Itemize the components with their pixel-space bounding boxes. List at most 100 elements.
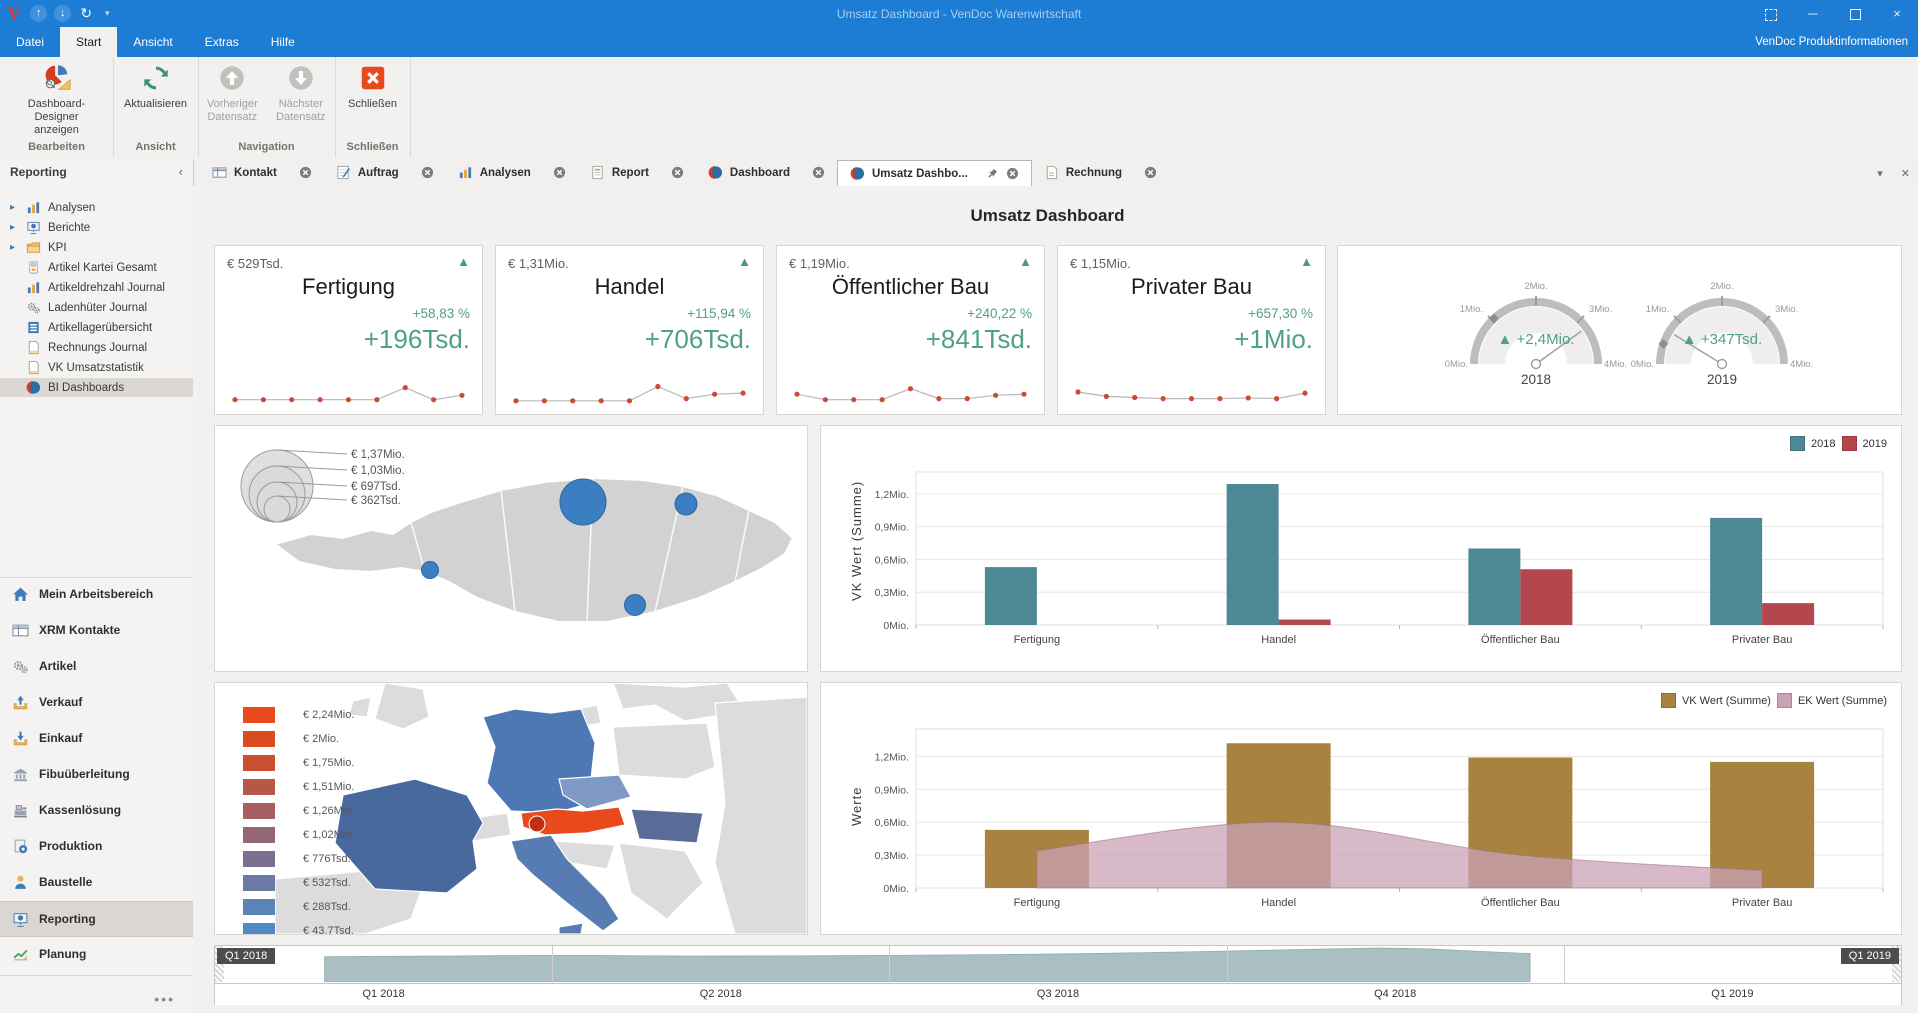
timeline-range-selector[interactable]: Q1 2018Q2 2018Q3 2018Q4 2018Q1 2019Q1 20…: [214, 945, 1902, 1005]
menu-item-datei[interactable]: Datei: [0, 27, 60, 57]
tab-rechnung[interactable]: Rechnung: [1032, 160, 1169, 185]
sidebar-item-artikel-kartei-gesamt[interactable]: Artikel Kartei Gesamt: [0, 258, 193, 277]
nav-overflow-button[interactable]: •••: [154, 991, 175, 1007]
bar-2018-ffentlicher-bau[interactable]: [1468, 549, 1520, 626]
ribbon-button-dashboard-designer-anzeigen[interactable]: Dashboard-Designer anzeigen: [14, 61, 100, 137]
tab-close-all-icon[interactable]: ✕: [1901, 167, 1910, 180]
bar-2018-fertigung[interactable]: [985, 567, 1037, 625]
close-button[interactable]: ×: [1876, 0, 1918, 27]
sales-bubble[interactable]: [625, 595, 646, 616]
sidebar-item-bi-dashboards[interactable]: BI Dashboards: [0, 378, 193, 397]
bar-2019-handel[interactable]: [1279, 620, 1331, 625]
sidebar-item-artikellager-bersicht[interactable]: Artikellagerübersicht: [0, 318, 193, 337]
sidebar-item-reporting[interactable]: Reporting: [0, 901, 193, 937]
sidebar-item-verkauf[interactable]: Verkauf: [0, 685, 193, 719]
expand-arrow-icon[interactable]: ▸: [10, 202, 20, 213]
sidebar-collapse-icon[interactable]: ‹: [179, 164, 183, 179]
expand-arrow-icon[interactable]: ▸: [10, 222, 20, 233]
tab-report[interactable]: Report: [578, 160, 696, 185]
pin-icon[interactable]: [986, 168, 998, 180]
sidebar-item-ladenh-ter-journal[interactable]: Ladenhüter Journal: [0, 298, 193, 317]
sidebar-item-planung[interactable]: Planung: [0, 937, 193, 971]
ribbon-group-bearbeiten: Dashboard-Designer anzeigenBearbeiten: [0, 57, 114, 157]
bar-2019-ffentlicher-bau[interactable]: [1520, 569, 1572, 625]
tree-item-label: Artikel Kartei Gesamt: [48, 262, 157, 274]
kpi-card-privater-bau[interactable]: € 1,15Mio.▲Privater Bau+657,30 %+1Mio.: [1057, 245, 1326, 415]
kpi-percent-change: +657,30 %: [1248, 306, 1313, 321]
sidebar-item-analysen[interactable]: ▸Analysen: [0, 198, 193, 217]
sales-bubble[interactable]: [560, 479, 606, 525]
quick-access-dropdown-icon[interactable]: ▾: [101, 5, 113, 22]
production-icon: [12, 838, 29, 855]
svg-text:Öffentlicher Bau: Öffentlicher Bau: [1481, 634, 1560, 646]
kpi-card-handel[interactable]: € 1,31Mio.▲Handel+115,94 %+706Tsd.: [495, 245, 764, 415]
sidebar-item-mein-arbeitsbereich[interactable]: Mein Arbeitsbereich: [0, 577, 193, 611]
sidebar-item-berichte[interactable]: ▸Berichte: [0, 218, 193, 237]
bank-icon: [12, 766, 29, 783]
menu-item-ansicht[interactable]: Ansicht: [117, 27, 188, 57]
sidebar-item-einkauf[interactable]: Einkauf: [0, 721, 193, 755]
bar-2019-privater-bau[interactable]: [1762, 603, 1814, 625]
dashboard-title: Umsatz Dashboard: [193, 206, 1902, 226]
prev-record-quick-icon[interactable]: ↑: [30, 5, 47, 22]
tab-close-icon[interactable]: [553, 166, 566, 179]
tab-close-icon[interactable]: [671, 166, 684, 179]
sidebar-item-vk-umsatzstatistik[interactable]: VK Umsatzstatistik: [0, 358, 193, 377]
tab-umsatz-dashbo[interactable]: Umsatz Dashbo...: [837, 160, 1032, 186]
ribbon-button-schlie-en[interactable]: Schließen: [335, 61, 410, 111]
maximize-button[interactable]: [1834, 0, 1876, 27]
tab-close-icon[interactable]: [299, 166, 312, 179]
menu-item-start[interactable]: Start: [60, 27, 117, 57]
tab-close-icon[interactable]: [421, 166, 434, 179]
sales-bubble[interactable]: [422, 562, 439, 579]
nav-item-label: Reporting: [39, 912, 96, 926]
sidebar-item-xrm-kontakte[interactable]: XRM Kontakte: [0, 613, 193, 647]
tab-close-icon[interactable]: [1006, 167, 1019, 180]
bar-2018-privater-bau[interactable]: [1710, 518, 1762, 625]
ribbon-button-aktualisieren[interactable]: Aktualisieren: [113, 61, 198, 111]
next-record-quick-icon[interactable]: ↓: [54, 5, 71, 22]
tab-label: Analysen: [480, 167, 531, 179]
country-sicily[interactable]: [559, 923, 583, 934]
sidebar-item-artikeldrehzahl-journal[interactable]: Artikeldrehzahl Journal: [0, 278, 193, 297]
menu-item-hilfe[interactable]: Hilfe: [255, 27, 311, 57]
menu-item-extras[interactable]: Extras: [189, 27, 255, 57]
fit-screen-button[interactable]: [1750, 0, 1792, 27]
sidebar-item-artikel[interactable]: Artikel: [0, 649, 193, 683]
sidebar-item-baustelle[interactable]: Baustelle: [0, 865, 193, 899]
sidebar-item-rechnungs-journal[interactable]: Rechnungs Journal: [0, 338, 193, 357]
tab-analysen[interactable]: Analysen: [446, 160, 578, 185]
menubar-right-label[interactable]: VenDoc Produktinformationen: [1755, 27, 1908, 57]
austria-marker-bubble[interactable]: [529, 816, 545, 832]
sidebar-item-kpi[interactable]: ▸KPI: [0, 238, 193, 257]
tab-close-icon[interactable]: [812, 166, 825, 179]
timeline-area-chart[interactable]: [215, 946, 1901, 982]
kpi-card-ffentlicher-bau[interactable]: € 1,19Mio.▲Öffentlicher Bau+240,22 %+841…: [776, 245, 1045, 415]
tab-kontakt[interactable]: Kontakt: [200, 160, 324, 185]
bar-2018-handel[interactable]: [1227, 484, 1279, 625]
nav-item-label: Kassenlösung: [39, 803, 121, 817]
legend-swatch: [243, 779, 275, 795]
legend-label: € 288Tsd.: [303, 901, 351, 913]
sidebar-item-fibu-berleitung[interactable]: Fibuüberleitung: [0, 757, 193, 791]
nav-item-label: Einkauf: [39, 731, 82, 745]
planning-icon: [12, 946, 29, 963]
svg-text:1Mio.: 1Mio.: [1460, 304, 1483, 315]
tab-list-dropdown-icon[interactable]: ▾: [1877, 167, 1883, 180]
choropleth-legend-row: € 1,51Mio.: [243, 779, 354, 795]
sales-bubble[interactable]: [675, 493, 697, 515]
tab-close-icon[interactable]: [1144, 166, 1157, 179]
ribbon-buttons: Schließen: [335, 57, 410, 139]
tab-auftrag[interactable]: Auftrag: [324, 160, 446, 185]
legend-swatch: [243, 707, 275, 723]
country-hungary[interactable]: [631, 809, 703, 843]
contacts-grid-icon: [212, 165, 227, 180]
kpi-card-fertigung[interactable]: € 529Tsd.▲Fertigung+58,83 %+196Tsd.: [214, 245, 483, 415]
sidebar-item-kassenl-sung[interactable]: Kassenlösung: [0, 793, 193, 827]
sidebar-item-produktion[interactable]: Produktion: [0, 829, 193, 863]
expand-arrow-icon[interactable]: ▸: [10, 242, 20, 253]
refresh-quick-icon[interactable]: ↻: [78, 5, 94, 22]
tab-dashboard[interactable]: Dashboard: [696, 160, 837, 185]
doc-tabs: KontaktAuftrag Analysen ReportDashboardUms…: [200, 160, 1169, 186]
minimize-button[interactable]: ─: [1792, 0, 1834, 27]
